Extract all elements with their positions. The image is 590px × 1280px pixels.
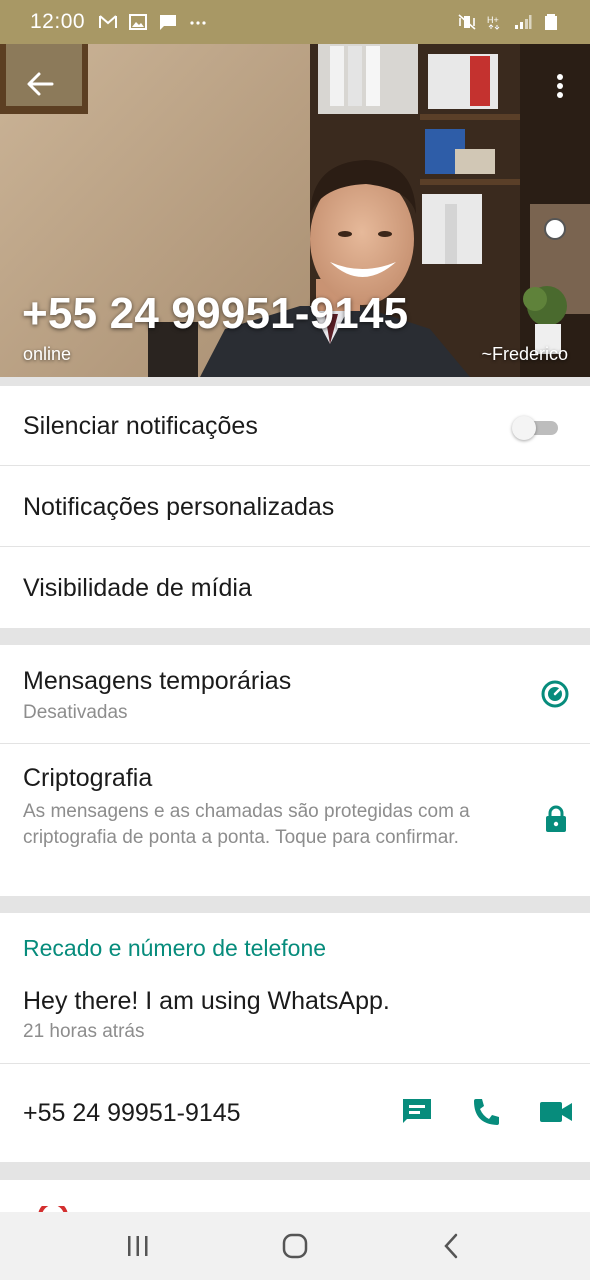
back-button[interactable] (434, 1228, 470, 1264)
svg-text:H+: H+ (487, 15, 499, 25)
system-nav-bar (0, 1212, 590, 1280)
next-card-peek (0, 1180, 590, 1216)
signal-icon (515, 15, 532, 29)
encryption-description: As mensagens e as chamadas são protegida… (23, 801, 470, 848)
custom-notifications-row[interactable]: Notificações personalizadas (0, 466, 590, 547)
disappearing-messages-label: Mensagens temporárias (23, 667, 292, 695)
about-timestamp: 21 horas atrás (23, 1021, 145, 1042)
recent-apps-button[interactable] (120, 1228, 156, 1264)
more-options-icon[interactable] (550, 68, 570, 104)
video-call-icon[interactable] (538, 1098, 574, 1126)
disappearing-messages-status: Desativadas (23, 702, 128, 723)
encryption-label: Criptografia (23, 764, 153, 792)
mute-notifications-row[interactable]: Silenciar notificações (0, 386, 590, 466)
voice-call-icon[interactable] (470, 1096, 502, 1128)
phone-row[interactable]: +55 24 99951-9145 (0, 1064, 590, 1162)
contact-title: +55 24 99951-9145 (22, 289, 409, 338)
message-icon[interactable] (400, 1096, 434, 1126)
mute-notifications-label: Silenciar notificações (23, 412, 258, 440)
battery-icon (545, 14, 557, 30)
status-bar: 12:00 H+ (0, 0, 590, 44)
lock-icon (546, 805, 566, 832)
mute-toggle[interactable] (512, 416, 558, 440)
hplus-data-icon: H+ (487, 15, 500, 30)
disappearing-messages-row[interactable]: Mensagens temporárias Desativadas (0, 645, 590, 744)
privacy-card: Mensagens temporárias Desativadas Cripto… (0, 645, 590, 896)
message-icon (160, 15, 177, 30)
timer-icon (541, 680, 569, 708)
about-section-title: Recado e número de telefone (23, 935, 327, 961)
image-icon (129, 14, 148, 30)
back-chevron-icon (443, 1233, 457, 1259)
encryption-row[interactable]: Criptografia As mensagens e as chamadas … (0, 744, 590, 896)
home-button[interactable] (277, 1228, 313, 1264)
contact-online-status: online (23, 344, 72, 364)
recent-apps-icon (128, 1236, 148, 1256)
back-arrow-icon[interactable] (22, 66, 58, 102)
about-phone-card: Recado e número de telefone Hey there! I… (0, 913, 590, 1162)
gmail-icon (99, 15, 118, 28)
notification-settings-card: Silenciar notificações Notificações pers… (0, 386, 590, 628)
media-visibility-label: Visibilidade de mídia (23, 574, 252, 602)
media-visibility-row[interactable]: Visibilidade de mídia (0, 547, 590, 628)
more-dots-icon (190, 21, 206, 25)
contact-push-name: ~Frederico (481, 344, 568, 364)
phone-number: +55 24 99951-9145 (23, 1099, 241, 1127)
custom-notifications-label: Notificações personalizadas (23, 493, 335, 521)
contact-header: +55 24 99951-9145 online ~Frederico (0, 44, 590, 377)
mute-vibrate-icon (458, 14, 476, 30)
status-time: 12:00 (30, 10, 86, 33)
about-text: Hey there! I am using WhatsApp. (23, 987, 390, 1015)
home-icon (282, 1233, 308, 1259)
about-row[interactable]: Recado e número de telefone Hey there! I… (0, 913, 590, 1064)
